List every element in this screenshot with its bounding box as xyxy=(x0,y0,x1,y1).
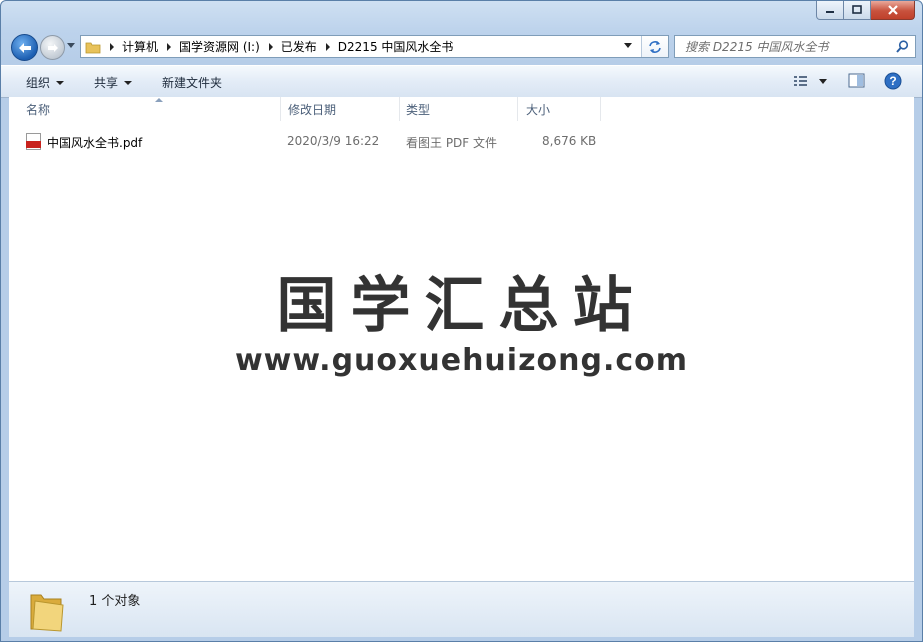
breadcrumb-separator[interactable] xyxy=(167,42,172,51)
column-size-label: 大小 xyxy=(526,102,551,117)
preview-pane-icon xyxy=(848,73,865,88)
chevron-down-icon xyxy=(819,79,827,84)
close-icon xyxy=(887,5,898,15)
column-header-size[interactable]: 大小 xyxy=(517,97,601,121)
caption-buttons xyxy=(816,1,915,20)
file-modified: 2020/3/9 16:22 xyxy=(287,134,380,148)
folder-icon xyxy=(85,42,101,53)
breadcrumb-separator[interactable] xyxy=(325,42,330,51)
search-input[interactable] xyxy=(683,38,887,55)
forward-button[interactable] xyxy=(40,35,65,60)
arrow-right-icon xyxy=(47,43,58,52)
address-dropdown-icon[interactable] xyxy=(624,43,632,48)
address-bar[interactable]: 计算机 国学资源网 (I:) 已发布 D2215 中国风水全书 xyxy=(80,35,669,58)
breadcrumb-drive[interactable]: 国学资源网 (I:) xyxy=(179,36,260,57)
file-type: 看图王 PDF 文件 xyxy=(406,136,498,150)
back-button[interactable] xyxy=(11,34,38,61)
file-row[interactable]: 中国风水全书.pdf 2020/3/9 16:22 看图王 PDF 文件 8,6… xyxy=(9,132,609,152)
new-folder-label: 新建文件夹 xyxy=(162,76,223,90)
search-box xyxy=(674,35,916,58)
breadcrumb-published[interactable]: 已发布 xyxy=(281,36,317,57)
navigation-bar: 计算机 国学资源网 (I:) 已发布 D2215 中国风水全书 xyxy=(1,34,922,61)
breadcrumb-separator[interactable] xyxy=(268,42,273,51)
maximize-icon xyxy=(852,5,862,14)
breadcrumb-separator[interactable] xyxy=(110,42,114,51)
watermark-title: 国学汇总站 xyxy=(276,271,647,341)
breadcrumb-current-folder[interactable]: D2215 中国风水全书 xyxy=(338,36,454,57)
minimize-icon xyxy=(826,11,834,13)
new-folder-button[interactable]: 新建文件夹 xyxy=(162,74,222,91)
file-size: 8,676 KB xyxy=(542,134,597,148)
share-button[interactable]: 共享 xyxy=(94,74,133,91)
column-header-type[interactable]: 类型 xyxy=(397,97,518,121)
column-type-label: 类型 xyxy=(406,102,431,117)
chevron-down-icon xyxy=(124,80,133,85)
pdf-icon xyxy=(26,133,41,150)
breadcrumb-computer[interactable]: 计算机 xyxy=(122,36,158,57)
refresh-button[interactable] xyxy=(641,36,668,57)
column-header-name[interactable]: 名称 xyxy=(17,97,281,121)
column-modified-label: 修改日期 xyxy=(288,102,337,117)
column-header-modified[interactable]: 修改日期 xyxy=(279,97,400,121)
help-button[interactable]: ? xyxy=(884,72,902,90)
history-dropdown-icon[interactable] xyxy=(67,43,75,49)
view-list-icon xyxy=(794,76,807,86)
change-view-button[interactable] xyxy=(793,73,827,89)
maximize-button[interactable] xyxy=(844,1,871,20)
file-list-pane: 名称 修改日期 类型 大小 中国风水全书.pdf 2020/3/9 16:22 … xyxy=(9,97,914,581)
search-icon[interactable] xyxy=(896,40,909,53)
help-icon: ? xyxy=(884,72,902,90)
column-name-label: 名称 xyxy=(26,102,51,117)
chevron-down-icon xyxy=(56,80,65,85)
preview-pane-button[interactable] xyxy=(848,73,865,89)
arrow-left-icon xyxy=(18,42,31,53)
file-name[interactable]: 中国风水全书.pdf xyxy=(47,134,142,151)
minimize-button[interactable] xyxy=(816,1,844,20)
details-pane: 1 个对象 xyxy=(9,581,914,637)
sort-ascending-icon xyxy=(155,98,163,102)
svg-text:?: ? xyxy=(889,74,896,88)
watermark-url: www.guoxuehuizong.com xyxy=(234,343,689,378)
explorer-window: 计算机 国学资源网 (I:) 已发布 D2215 中国风水全书 搜索 D2215… xyxy=(0,0,923,642)
item-count: 1 个对象 xyxy=(89,594,141,609)
folder-large-icon xyxy=(30,594,64,632)
refresh-icon xyxy=(649,40,661,53)
share-label: 共享 xyxy=(94,76,119,90)
organize-button[interactable]: 组织 xyxy=(26,74,65,91)
close-button[interactable] xyxy=(871,1,915,20)
organize-label: 组织 xyxy=(26,76,51,90)
command-bar: 组织 共享 新建文件夹 ? xyxy=(1,65,922,98)
